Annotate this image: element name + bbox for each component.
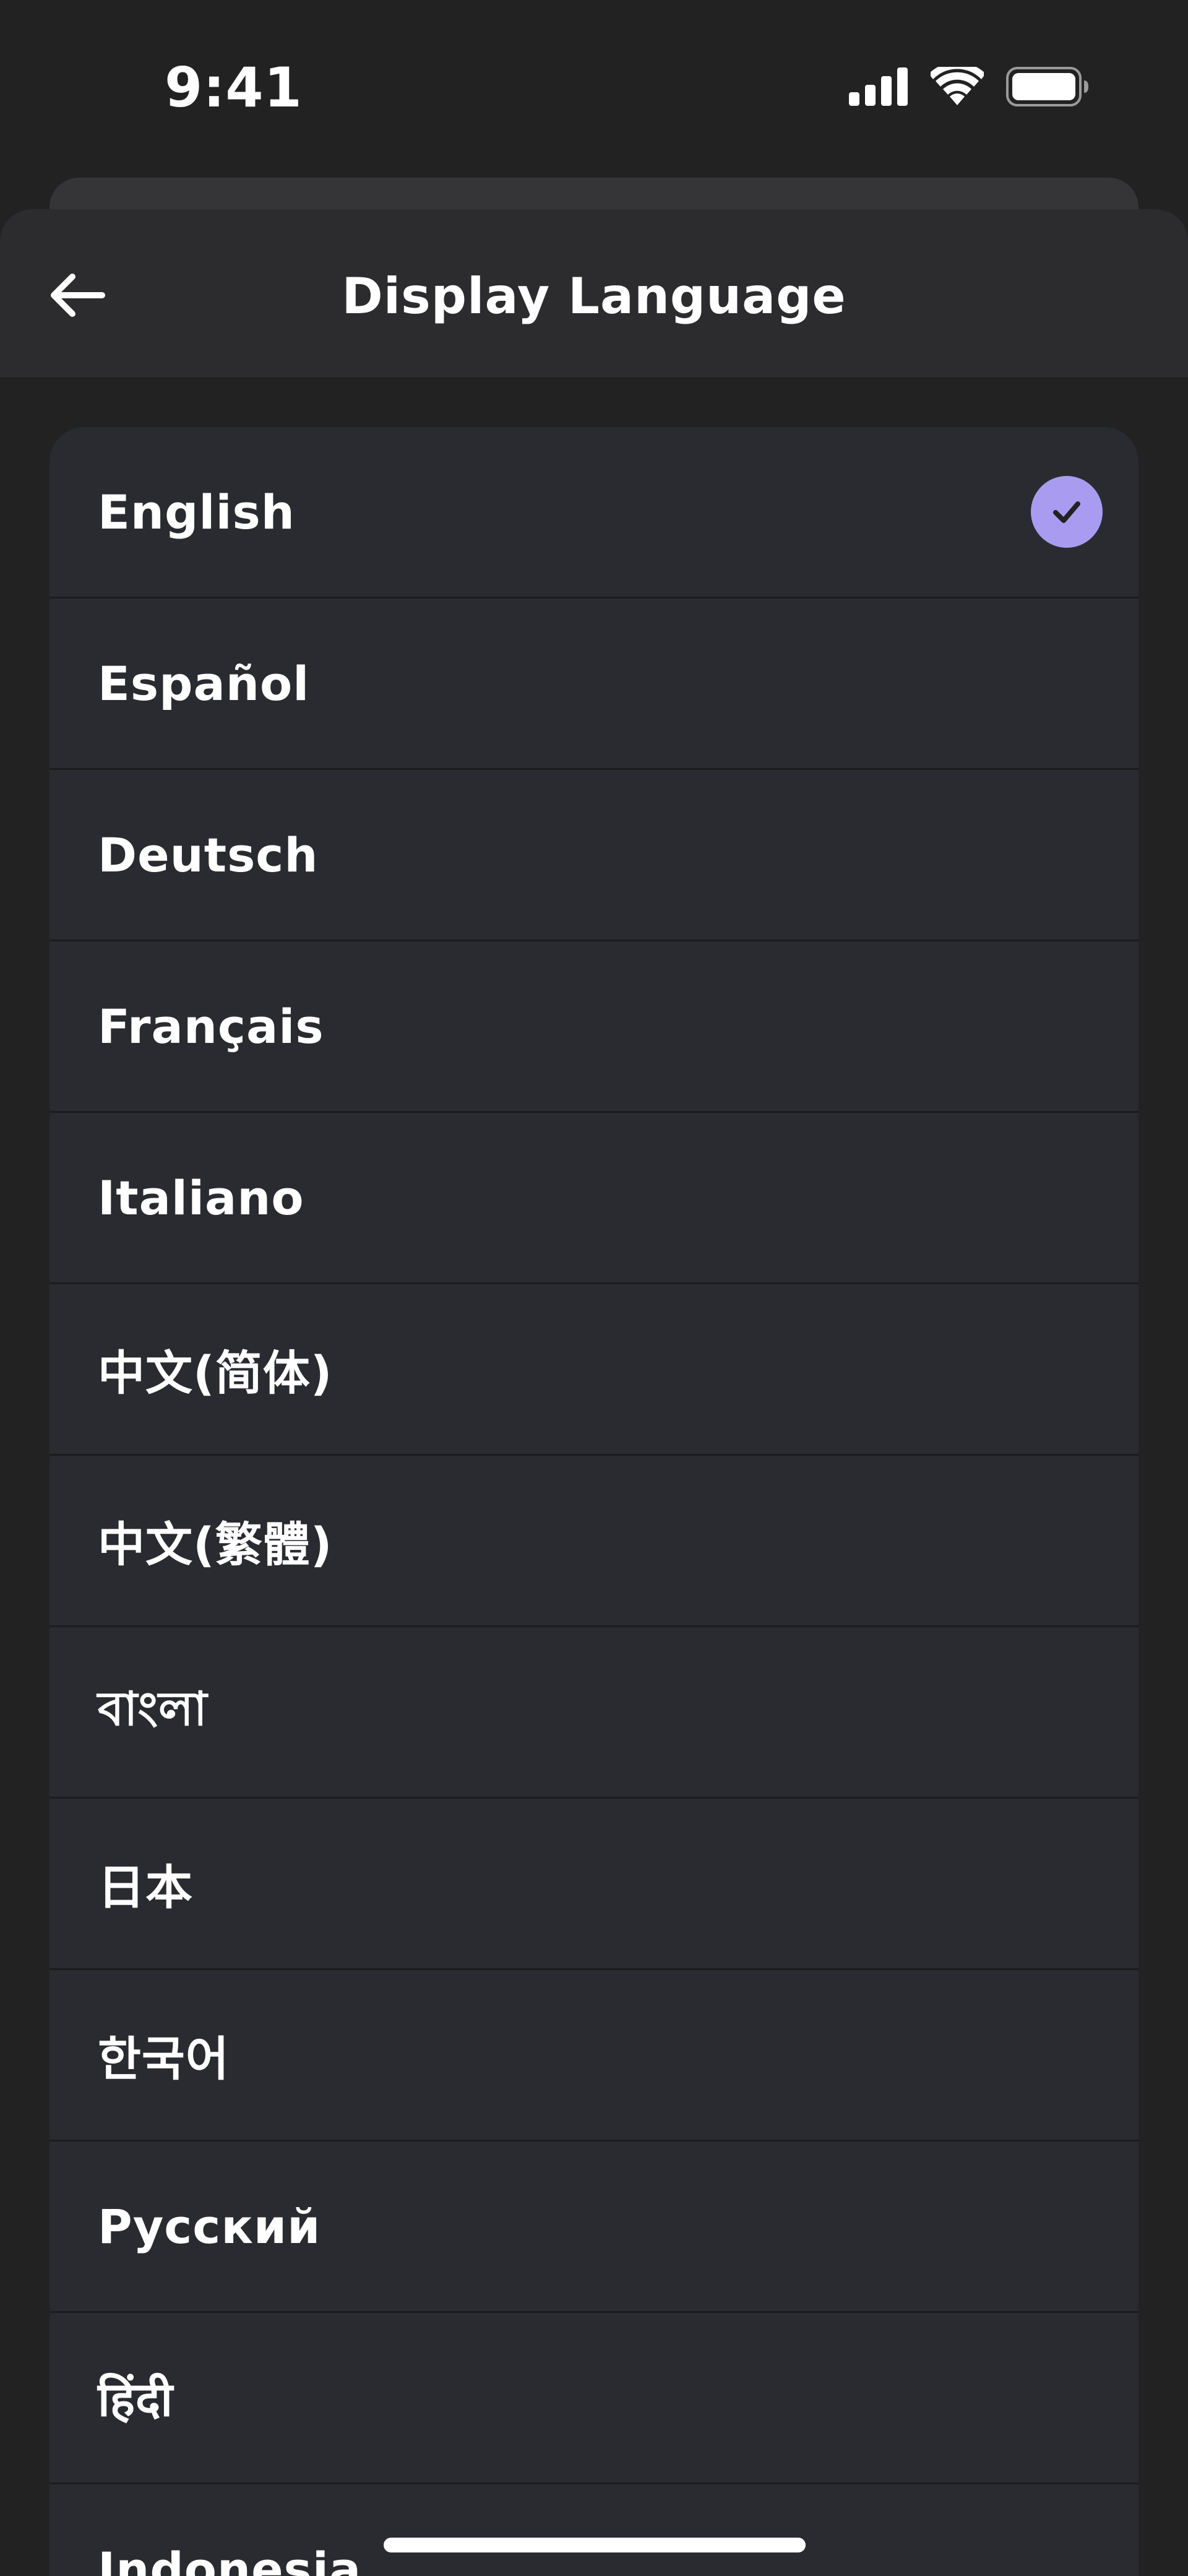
language-option-row[interactable]: English	[50, 427, 1138, 599]
language-label: 中文(简体)	[98, 1346, 333, 1401]
language-option-row[interactable]: Italiano	[50, 1113, 1138, 1284]
language-option-row[interactable]: 한국어	[50, 1970, 1138, 2142]
language-option-row[interactable]: Deutsch	[50, 770, 1138, 941]
language-label: Español	[98, 655, 310, 711]
language-option-row[interactable]: Indonesia	[50, 2484, 1138, 2576]
language-option-row[interactable]: Español	[50, 599, 1138, 770]
status-time: 9:41	[165, 56, 303, 119]
language-label: English	[98, 484, 295, 540]
language-label: Français	[98, 998, 324, 1054]
status-bar: 9:41	[0, 0, 1188, 173]
language-label: Italiano	[98, 1170, 304, 1225]
navigation-header: Display Language	[0, 209, 1188, 379]
language-option-row[interactable]: বাংলা	[50, 1627, 1138, 1799]
language-label: 中文(繁體)	[98, 1517, 333, 1572]
checkmark-icon	[1031, 476, 1103, 548]
language-label: Deutsch	[98, 827, 319, 883]
language-option-row[interactable]: Русский	[50, 2142, 1138, 2313]
language-option-row[interactable]: Français	[50, 941, 1138, 1113]
language-label: Русский	[98, 2198, 321, 2254]
language-list: English Español Deutsch Français Italiano 中文(…	[50, 427, 1138, 2576]
home-indicator[interactable]	[384, 2538, 806, 2552]
language-option-row[interactable]: 中文(繁體)	[50, 1456, 1138, 1627]
language-option-row[interactable]: 日本	[50, 1799, 1138, 1970]
language-label: Indonesia	[98, 2541, 362, 2576]
language-option-row[interactable]: 中文(简体)	[50, 1284, 1138, 1456]
language-label: 日本	[98, 1860, 193, 1915]
language-label: 한국어	[98, 2031, 230, 2086]
language-label: বাংলা	[98, 1680, 208, 1736]
language-option-row[interactable]: हिंदी	[50, 2313, 1138, 2484]
language-label: हिंदी	[98, 2371, 174, 2427]
display-language-screen: 9:41 Display Language English Español De…	[0, 0, 1188, 2576]
wifi-icon	[929, 62, 986, 109]
battery-icon	[1006, 67, 1089, 109]
page-title: Display Language	[342, 267, 846, 325]
status-icons	[849, 62, 1089, 109]
cellular-signal-icon	[849, 67, 908, 108]
language-sheet: Display Language English Español Deutsch Fr…	[0, 209, 1188, 2576]
